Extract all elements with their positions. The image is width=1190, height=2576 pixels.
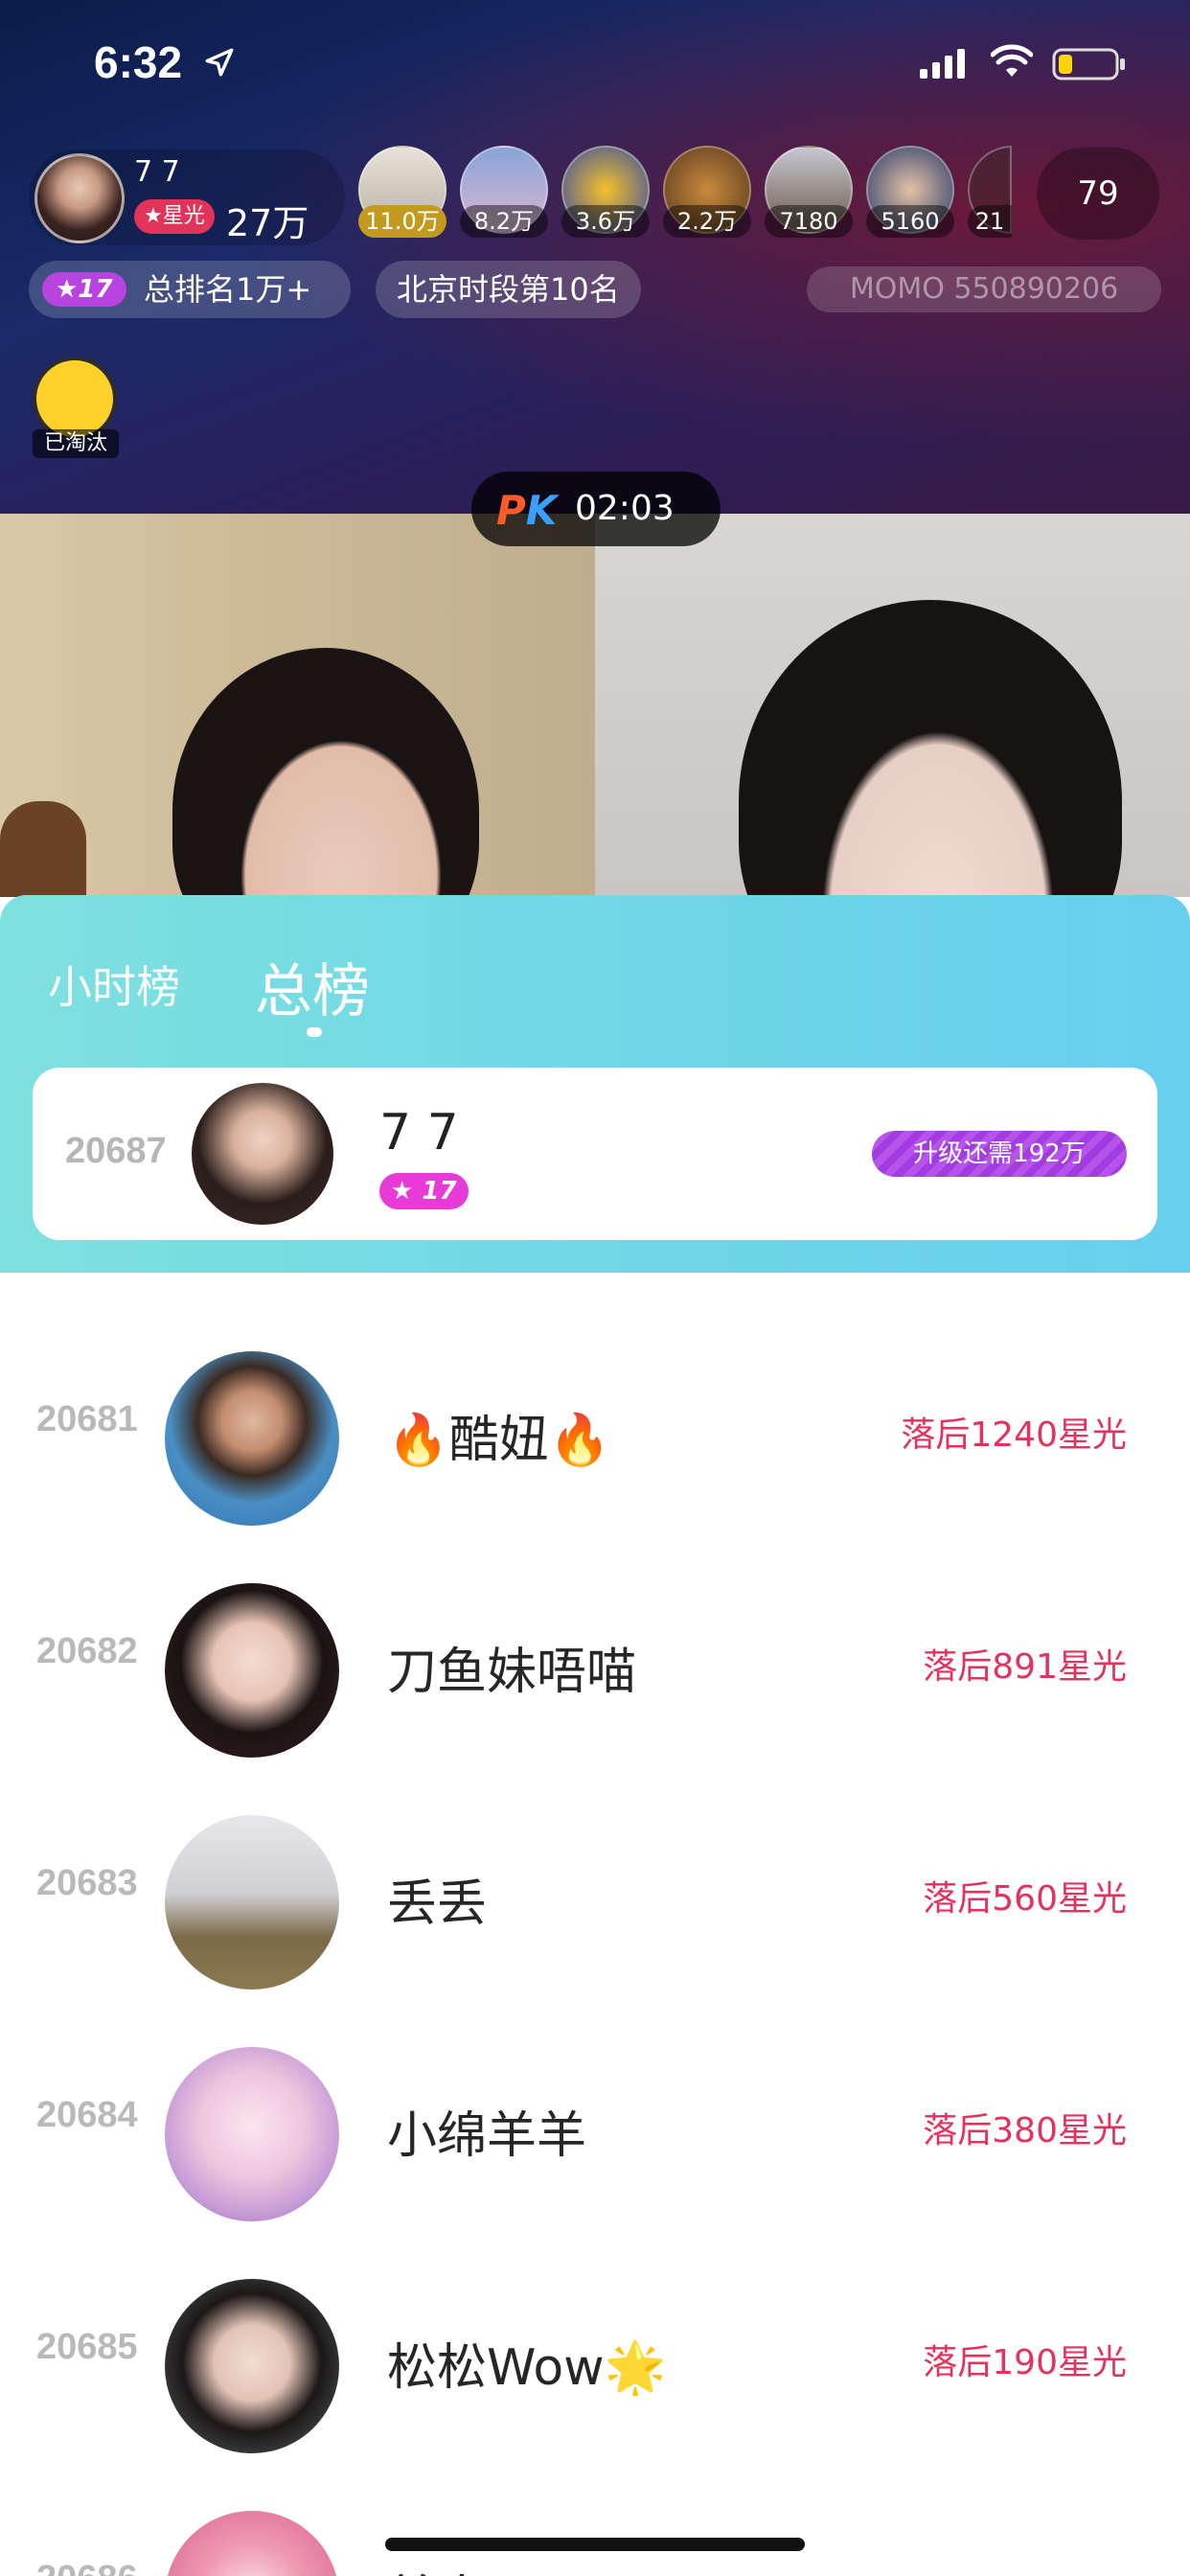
viewer-contribution: 11.0万 <box>358 205 446 238</box>
momo-id: MOMO 550890206 <box>807 266 1161 312</box>
my-rank-number: 20687 <box>65 1131 167 1171</box>
list-item-name: 刀鱼妹唔喵 <box>387 1644 637 1701</box>
list-item[interactable]: 20684 小绵羊羊 落后380星光 <box>0 1999 1190 2231</box>
avatar[interactable] <box>165 2511 339 2576</box>
list-item[interactable]: 20683 丢丢 落后560星光 <box>0 1767 1190 1999</box>
my-level-badge: ★ 17 <box>379 1173 469 1209</box>
avatar[interactable] <box>165 1583 339 1758</box>
pk-logo-p: P <box>496 487 526 534</box>
viewer-contribution: 2.2万 <box>663 205 751 238</box>
status-time: 6:32 <box>94 37 183 87</box>
list-item-rank: 20682 <box>36 1631 138 1671</box>
tab-active-indicator <box>307 1027 322 1037</box>
list-item-name: 美人 <box>387 2559 487 2576</box>
online-viewer-count[interactable]: 79 <box>1037 148 1159 240</box>
viewer-contribution: 3.6万 <box>561 205 650 238</box>
list-item-gap: 落后380星光 <box>923 2111 1127 2150</box>
pacman-icon <box>33 356 117 441</box>
list-item-name: 丢丢 <box>387 1875 488 1933</box>
viewer-contribution: 21 <box>968 205 1012 238</box>
pk-video-left[interactable] <box>0 514 595 897</box>
location-arrow-icon <box>205 48 234 77</box>
list-item-rank: 20685 <box>36 2327 138 2367</box>
battery-icon <box>1052 48 1125 80</box>
upgrade-needed-badge: 升级还需192万 <box>872 1131 1127 1177</box>
pk-countdown: 02:03 <box>575 489 675 528</box>
list-item-gap: 落后80星光 <box>945 2566 1127 2576</box>
list-item[interactable]: 20682 刀鱼妹唔喵 落后891星光 <box>0 1535 1190 1767</box>
chair-decor <box>0 801 86 897</box>
list-item-rank: 20683 <box>36 1863 138 1903</box>
my-name: 7 7 <box>379 1104 459 1162</box>
status-bar: 6:32 <box>0 0 1190 125</box>
avatar[interactable] <box>165 1351 339 1526</box>
viewer-contribution: 8.2万 <box>460 205 548 238</box>
list-item-name: 🔥酷妞🔥 <box>387 1412 611 1469</box>
eliminated-badge[interactable]: 已淘汰 <box>33 356 119 462</box>
my-avatar[interactable] <box>192 1083 333 1225</box>
star-level-badge: ★17 <box>42 272 126 307</box>
opponent-face-right <box>739 600 1122 897</box>
host-starlight-count: 27万 <box>226 202 309 244</box>
list-item[interactable]: 20685 松松Wow🌟 落后190星光 <box>0 2231 1190 2463</box>
viewer-contribution: 5160 <box>866 205 954 238</box>
pk-logo-k: K <box>525 487 558 534</box>
wifi-icon <box>991 44 1033 77</box>
host-avatar[interactable] <box>34 153 125 243</box>
eliminated-label: 已淘汰 <box>33 429 119 458</box>
list-item-gap: 落后190星光 <box>923 2343 1127 2382</box>
avatar[interactable] <box>165 2279 339 2453</box>
list-item-name: 松松Wow🌟 <box>387 2339 667 2397</box>
list-item[interactable]: 20686 美人 落后80星光 <box>0 2463 1190 2576</box>
avatar[interactable] <box>165 2047 339 2221</box>
city-rank-pill[interactable]: 北京时段第10名 <box>376 261 641 318</box>
leaderboard-sheet: 小时榜 总榜 20687 7 7 ★ 17 升级还需192万 20681 🔥酷妞… <box>0 895 1190 2576</box>
list-item-rank: 20681 <box>36 1399 138 1439</box>
list-item[interactable]: 20681 🔥酷妞🔥 落后1240星光 <box>0 1303 1190 1535</box>
tab-total[interactable]: 总榜 <box>255 945 370 1028</box>
list-item-rank: 20684 <box>36 2095 138 2135</box>
list-item-rank: 20686 <box>36 2559 138 2576</box>
pk-logo-icon: PK <box>496 487 557 534</box>
list-item-gap: 落后560星光 <box>923 1879 1127 1919</box>
list-item-name: 小绵羊羊 <box>387 2107 587 2165</box>
host-face-left <box>172 648 479 897</box>
viewer-contribution: 7180 <box>765 205 853 238</box>
pk-video-right[interactable] <box>595 514 1190 897</box>
leaderboard-header: 小时榜 总榜 20687 7 7 ★ 17 升级还需192万 <box>0 895 1190 1273</box>
pk-timer-pill: PK 02:03 <box>471 472 721 546</box>
list-item-gap: 落后891星光 <box>923 1647 1127 1687</box>
list-item-gap: 落后1240星光 <box>901 1415 1127 1455</box>
home-indicator[interactable] <box>385 2538 805 2551</box>
host-starlight-badge: ★星光 <box>134 199 215 234</box>
total-rank-text: 总排名1万+ <box>144 271 312 308</box>
host-name: 7 7 <box>134 155 180 189</box>
tab-hourly[interactable]: 小时榜 <box>48 953 180 1016</box>
avatar[interactable] <box>165 1815 339 1990</box>
city-rank-text: 北京时段第10名 <box>397 271 620 308</box>
my-rank-card[interactable]: 20687 7 7 ★ 17 升级还需192万 <box>33 1068 1157 1240</box>
cellular-signal-icon <box>920 49 965 79</box>
